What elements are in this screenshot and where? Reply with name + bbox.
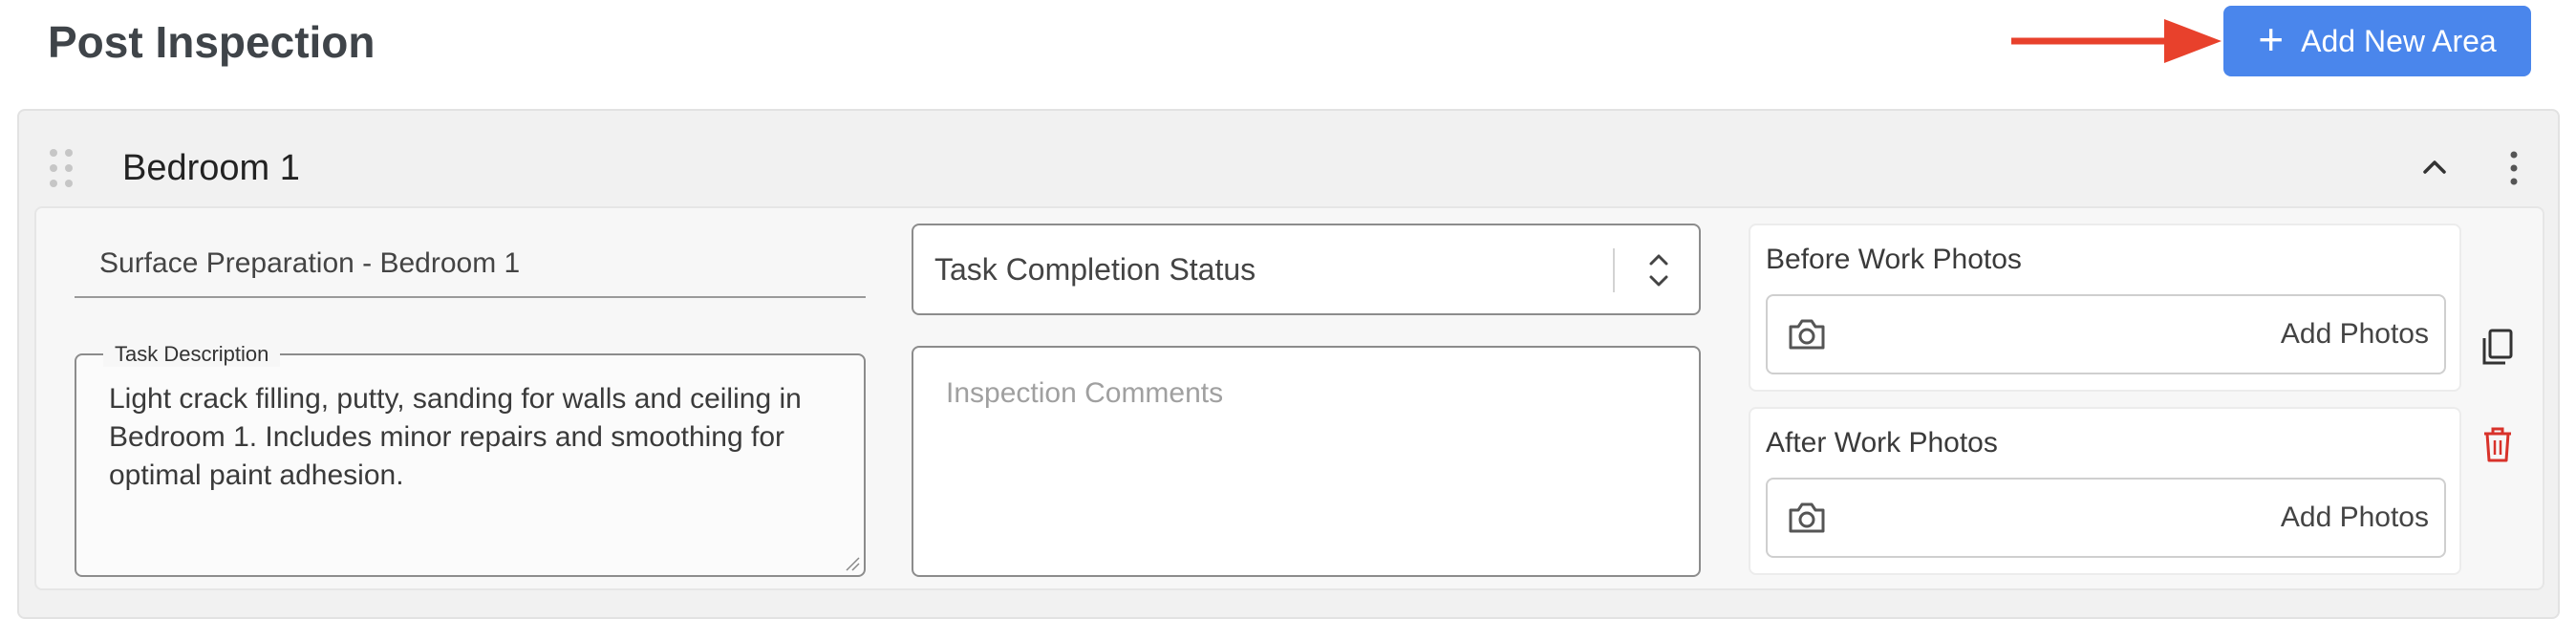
inspection-comments-input[interactable]: Inspection Comments <box>912 346 1701 577</box>
camera-icon <box>1789 319 1825 350</box>
inspection-comments-placeholder: Inspection Comments <box>946 377 1224 409</box>
task-description-label: Task Description <box>103 342 281 367</box>
select-divider <box>1613 248 1615 292</box>
camera-icon <box>1789 502 1825 533</box>
after-work-photos-section: After Work Photos Add Photos <box>1749 407 2461 575</box>
select-chevron-icon <box>1649 254 1668 287</box>
area-name: Bedroom 1 <box>122 148 300 188</box>
status-select-label: Task Completion Status <box>934 252 1256 287</box>
task-title-field[interactable]: Surface Preparation - Bedroom 1 <box>75 241 866 298</box>
before-work-photos-section: Before Work Photos Add Photos <box>1749 224 2461 392</box>
delete-icon[interactable] <box>2479 424 2517 466</box>
task-description-text: Light crack filling, putty, sanding for … <box>109 383 802 491</box>
before-work-photos-label: Before Work Photos <box>1766 244 2022 275</box>
drag-handle-icon[interactable] <box>50 149 76 187</box>
task-description-field[interactable]: Task Description Light crack filling, pu… <box>75 342 866 577</box>
add-before-photos-button[interactable]: Add Photos <box>1766 294 2446 374</box>
resize-handle-icon[interactable] <box>845 556 860 571</box>
page-title: Post Inspection <box>48 17 376 67</box>
after-work-photos-label: After Work Photos <box>1766 427 1998 459</box>
add-new-area-button[interactable]: + Add New Area <box>2223 6 2531 76</box>
add-after-photos-button[interactable]: Add Photos <box>1766 478 2446 558</box>
more-vertical-icon[interactable] <box>2498 147 2530 189</box>
chevron-up-icon[interactable] <box>2418 151 2451 183</box>
plus-icon: + <box>2258 14 2285 64</box>
add-new-area-label: Add New Area <box>2301 23 2497 58</box>
task-completion-status-select[interactable]: Task Completion Status <box>912 224 1701 315</box>
add-photos-label: Add Photos <box>2280 502 2429 533</box>
add-photos-label: Add Photos <box>2280 318 2429 350</box>
copy-icon[interactable] <box>2479 327 2517 369</box>
task-card: Surface Preparation - Bedroom 1 Task Des… <box>34 206 2544 590</box>
arrow-annotation-icon <box>2011 19 2222 63</box>
area-panel: Bedroom 1 Surface Preparation - Bedroom … <box>17 109 2560 619</box>
